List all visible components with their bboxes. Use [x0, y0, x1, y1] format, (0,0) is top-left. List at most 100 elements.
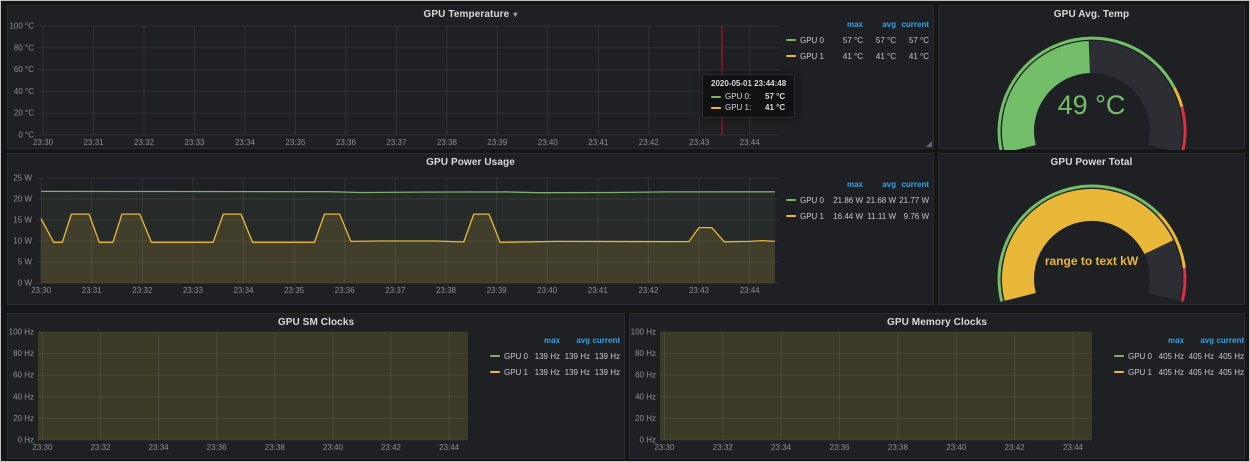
svg-text:20 Hz: 20 Hz: [13, 414, 34, 423]
svg-text:23:38: 23:38: [437, 138, 458, 147]
svg-text:23:40: 23:40: [323, 443, 344, 452]
series-dash-icon: [1114, 355, 1124, 357]
legend-row-gpu1: GPU 1 139 Hz 139 Hz 139 Hz: [490, 364, 622, 380]
svg-text:23:43: 23:43: [689, 138, 710, 147]
legend-header-row: max avg current: [490, 332, 622, 348]
svg-text:80 °C: 80 °C: [14, 43, 34, 52]
stat-avg: 139 Hz: [560, 368, 590, 377]
series-name: GPU 0: [800, 36, 824, 45]
svg-text:23:40: 23:40: [538, 138, 559, 147]
svg-text:23:34: 23:34: [771, 443, 792, 452]
legend-header-avg[interactable]: avg: [560, 336, 590, 345]
legend-row-gpu1: GPU 1 41 °C 41 °C 41 °C: [786, 48, 931, 64]
svg-text:23:34: 23:34: [233, 286, 254, 295]
tooltip-time: 2020-05-01 23:44:48: [711, 79, 786, 88]
legend-header-current[interactable]: current: [590, 336, 620, 345]
legend-header-max[interactable]: max: [830, 180, 863, 189]
svg-text:23:38: 23:38: [265, 443, 286, 452]
svg-text:23:44: 23:44: [740, 138, 761, 147]
series-name: GPU 1: [800, 52, 824, 61]
svg-text:23:42: 23:42: [638, 286, 659, 295]
svg-text:80 Hz: 80 Hz: [635, 349, 656, 358]
series-dash-icon: [1114, 371, 1124, 373]
svg-text:40 °C: 40 °C: [14, 87, 34, 96]
legend-header-max[interactable]: max: [530, 336, 560, 345]
panel-resize-handle[interactable]: [926, 141, 932, 147]
legend-header-avg[interactable]: avg: [863, 20, 896, 29]
legend: max avg current GPU 0 139 Hz 139 Hz 139 …: [490, 332, 622, 380]
stat-max: 405 Hz: [1154, 368, 1184, 377]
tooltip-row-gpu1: GPU 1:41 °C: [711, 102, 786, 113]
legend-header-avg[interactable]: avg: [863, 180, 896, 189]
series-dash-icon: [786, 199, 796, 201]
stat-avg: 57 °C: [863, 36, 896, 45]
svg-text:23:33: 23:33: [184, 138, 205, 147]
svg-text:23:31: 23:31: [83, 138, 104, 147]
svg-text:23:40: 23:40: [537, 286, 558, 295]
series-name: GPU 1: [504, 368, 528, 377]
svg-text:23:39: 23:39: [487, 286, 508, 295]
svg-text:23:34: 23:34: [149, 443, 170, 452]
svg-text:80 Hz: 80 Hz: [13, 349, 34, 358]
stat-avg: 41 °C: [863, 52, 896, 61]
legend-header-max[interactable]: max: [830, 20, 863, 29]
panel-title[interactable]: GPU Power Total: [939, 157, 1244, 168]
series-name: GPU 0: [800, 196, 824, 205]
panel-gpu-power-usage: GPU Power Usage 0 W5 W10 W15 W20 W25 W23…: [7, 153, 934, 305]
series-dash-icon: [786, 55, 796, 57]
svg-text:23:36: 23:36: [335, 286, 356, 295]
svg-text:23:44: 23:44: [740, 286, 761, 295]
stat-current: 405 Hz: [1214, 352, 1244, 361]
stat-max: 57 °C: [830, 36, 863, 45]
panel-gpu-memory-clocks: GPU Memory Clocks 0 Hz20 Hz40 Hz60 Hz80 …: [629, 313, 1245, 459]
stat-current: 139 Hz: [590, 368, 620, 377]
legend-row-gpu0: GPU 0 57 °C 57 °C 57 °C: [786, 32, 931, 48]
svg-text:20 W: 20 W: [13, 195, 32, 204]
stat-current: 139 Hz: [590, 352, 620, 361]
svg-text:20 Hz: 20 Hz: [635, 414, 656, 423]
panel-title-text: GPU Power Usage: [426, 157, 515, 168]
legend-header-current[interactable]: current: [1214, 336, 1244, 345]
panel-title[interactable]: GPU SM Clocks: [8, 317, 624, 328]
panel-gpu-power-total: GPU Power Total range to text kW: [938, 153, 1245, 305]
svg-text:23:35: 23:35: [284, 286, 305, 295]
series-name: GPU 0: [504, 352, 528, 361]
svg-text:23:30: 23:30: [654, 443, 675, 452]
stat-current: 405 Hz: [1214, 368, 1244, 377]
series-name: GPU 1: [1128, 368, 1152, 377]
svg-text:100 °C: 100 °C: [9, 22, 34, 31]
chevron-down-icon: ▾: [513, 10, 517, 19]
svg-text:23:43: 23:43: [689, 286, 710, 295]
svg-text:23:44: 23:44: [439, 443, 460, 452]
legend-row-gpu1: GPU 1 16.44 W 11.11 W 9.76 W: [786, 208, 931, 224]
legend: max avg current GPU 0 57 °C 57 °C 57 °C …: [786, 16, 931, 64]
legend-header-avg[interactable]: avg: [1184, 336, 1214, 345]
legend-header-max[interactable]: max: [1154, 336, 1184, 345]
legend-header-current[interactable]: current: [896, 20, 929, 29]
stat-avg: 405 Hz: [1184, 368, 1214, 377]
panel-title[interactable]: GPU Memory Clocks: [630, 317, 1244, 328]
svg-text:23:42: 23:42: [381, 443, 402, 452]
stat-avg: 21.68 W: [863, 196, 896, 205]
stat-max: 21.86 W: [830, 196, 863, 205]
stat-current: 57 °C: [896, 36, 929, 45]
panel-title[interactable]: GPU Temperature▾: [8, 9, 933, 20]
svg-text:15 W: 15 W: [13, 216, 32, 225]
svg-text:23:36: 23:36: [336, 138, 357, 147]
legend-header-row: max avg current: [786, 176, 931, 192]
svg-text:23:38: 23:38: [436, 286, 457, 295]
legend-header-current[interactable]: current: [896, 180, 929, 189]
svg-text:40 Hz: 40 Hz: [635, 392, 656, 401]
svg-text:23:35: 23:35: [285, 138, 306, 147]
panel-title-text: GPU Temperature: [424, 9, 510, 20]
panel-title[interactable]: GPU Power Usage: [8, 157, 933, 168]
svg-text:23:30: 23:30: [31, 286, 52, 295]
svg-text:23:32: 23:32: [132, 286, 153, 295]
stat-current: 41 °C: [896, 52, 929, 61]
stat-max: 41 °C: [830, 52, 863, 61]
panel-title[interactable]: GPU Avg. Temp: [939, 9, 1244, 20]
stat-avg: 11.11 W: [863, 212, 896, 221]
legend: max avg current GPU 0 21.86 W 21.68 W 21…: [786, 176, 931, 224]
stat-max: 139 Hz: [530, 368, 560, 377]
svg-text:23:33: 23:33: [183, 286, 204, 295]
